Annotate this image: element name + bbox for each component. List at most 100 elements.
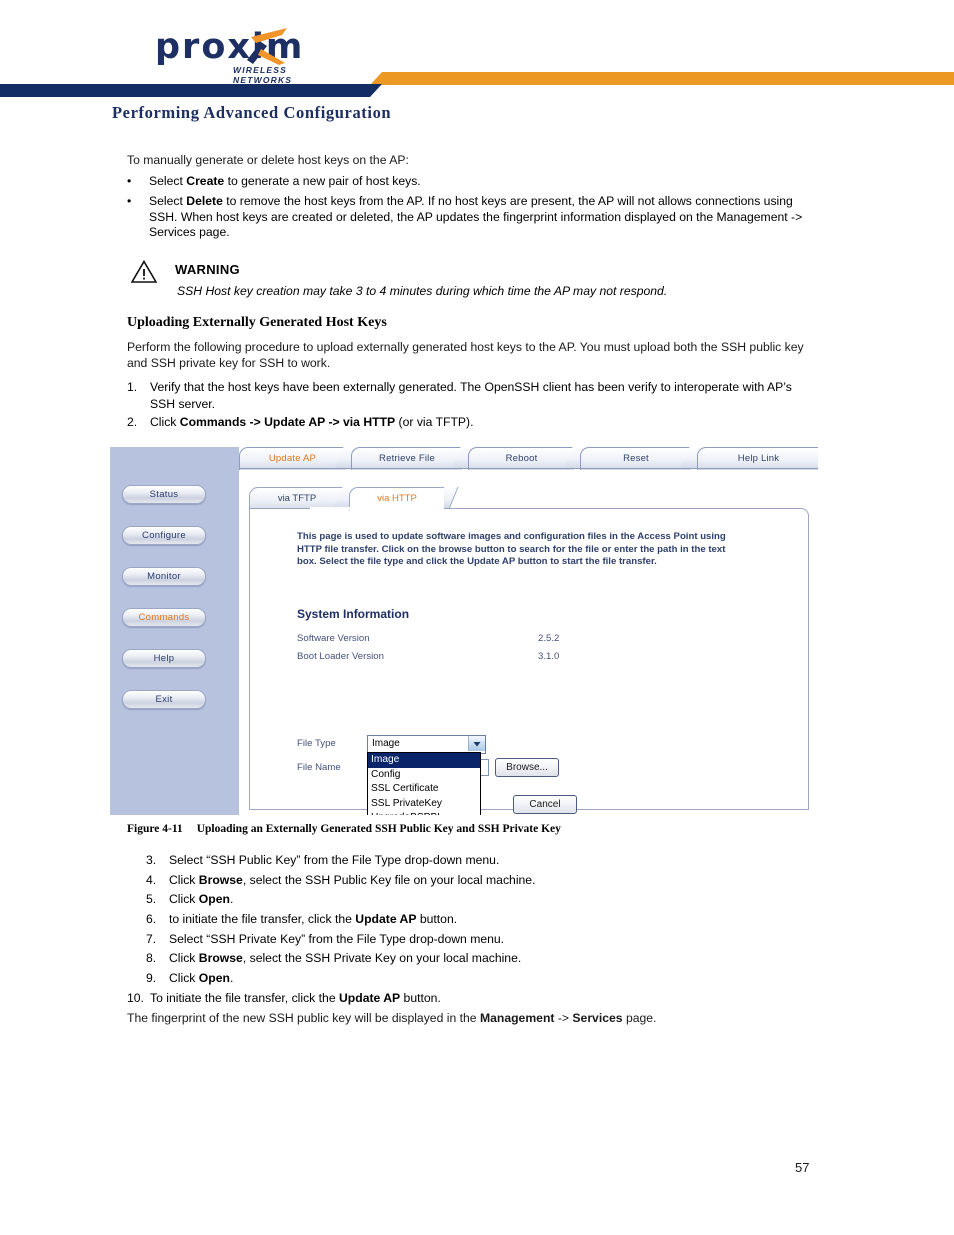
option-image[interactable]: Image bbox=[368, 753, 480, 768]
step-bold: Open bbox=[198, 971, 230, 985]
app-subtab-panel: via TFTP via HTTP This page is used to u… bbox=[249, 487, 809, 815]
bullet-suffix: to generate a new pair of host keys. bbox=[224, 174, 421, 188]
bullet-bold: Create bbox=[186, 174, 225, 188]
step-number: 4. bbox=[146, 873, 157, 887]
step-text: Select “SSH Public Key” from the File Ty… bbox=[169, 853, 500, 867]
browse-button[interactable]: Browse... bbox=[495, 758, 559, 777]
numbered-step: 7. Select “SSH Private Key” from the Fil… bbox=[146, 931, 826, 948]
numbered-step: 2. Click Commands -> Update AP -> via HT… bbox=[127, 414, 819, 431]
step-suffix: button. bbox=[400, 991, 441, 1005]
step-text: Click Commands -> Update AP -> via HTTP … bbox=[150, 414, 819, 431]
step-bold: Open bbox=[198, 892, 230, 906]
step-prefix: to initiate the file transfer, click the bbox=[169, 912, 356, 926]
tab-update-ap[interactable]: Update AP bbox=[239, 447, 345, 470]
boot-loader-version-label: Boot Loader Version bbox=[297, 651, 384, 662]
figure-caption: Figure 4-11 Uploading an Externally Gener… bbox=[127, 823, 561, 835]
step-bold: Browse bbox=[198, 873, 243, 887]
step-text: Verify that the host keys have been exte… bbox=[150, 380, 792, 411]
step-number: 6. bbox=[146, 912, 157, 926]
step-text: Click Open. bbox=[169, 891, 826, 908]
software-version-label: Software Version bbox=[297, 633, 370, 644]
closing-prefix: The fingerprint of the new SSH public ke… bbox=[127, 1011, 480, 1025]
bullet-suffix: to remove the host keys from the AP. If … bbox=[149, 194, 803, 239]
step-text: to initiate the file transfer, click the… bbox=[169, 911, 826, 928]
warning-text: SSH Host key creation may take 3 to 4 mi… bbox=[177, 284, 668, 298]
app-sidebar: Status Configure Monitor Commands Help E… bbox=[110, 447, 239, 815]
step-bold: Browse bbox=[198, 951, 243, 965]
step-suffix: (or via TFTP). bbox=[395, 415, 474, 429]
step-text: Click Browse, select the SSH Public Key … bbox=[169, 872, 826, 889]
chevron-down-icon[interactable] bbox=[468, 736, 485, 751]
warning-title: WARNING bbox=[175, 262, 240, 277]
header-bar-orange bbox=[370, 72, 954, 85]
page-header: proxim WIRELESS NETWORKS Performing Adva… bbox=[0, 0, 954, 132]
step-text: Select “SSH Private Key” from the File T… bbox=[169, 932, 505, 946]
closing-paragraph: The fingerprint of the new SSH public ke… bbox=[127, 1011, 827, 1027]
step-number: 1. bbox=[127, 380, 138, 394]
chapter-title: Performing Advanced Configuration bbox=[112, 103, 392, 122]
closing-suffix: page. bbox=[622, 1011, 657, 1025]
file-type-option-list[interactable]: Image Config SSL Certificate SSL Private… bbox=[367, 752, 481, 815]
tab-reboot[interactable]: Reboot bbox=[468, 447, 574, 470]
step-suffix: , select the SSH Private Key on your loc… bbox=[242, 951, 522, 965]
logo-tagline: WIRELESS NETWORKS bbox=[233, 65, 293, 85]
numbered-step: 9. Click Open. bbox=[146, 970, 826, 987]
closing-separator: -> bbox=[554, 1011, 573, 1025]
cancel-button[interactable]: Cancel bbox=[513, 795, 577, 814]
sidebar-item-exit[interactable]: Exit bbox=[122, 690, 206, 709]
tab-retrieve-file[interactable]: Retrieve File bbox=[351, 447, 462, 470]
bullet-marker: • bbox=[127, 174, 132, 188]
option-config[interactable]: Config bbox=[368, 768, 480, 783]
boot-loader-version-value: 3.1.0 bbox=[538, 651, 560, 662]
file-type-label: File Type bbox=[297, 738, 336, 749]
numbered-step: 5. Click Open. bbox=[146, 891, 826, 908]
sidebar-item-monitor[interactable]: Monitor bbox=[122, 567, 206, 586]
bullet-text: Select Delete to remove the host keys fr… bbox=[149, 194, 819, 241]
step-number: 7. bbox=[146, 932, 157, 946]
bullet-prefix: Select bbox=[149, 174, 187, 188]
step-suffix: , select the SSH Public Key file on your… bbox=[242, 873, 536, 887]
step-number: 8. bbox=[146, 951, 157, 965]
step-number: 10. bbox=[127, 991, 144, 1005]
numbered-step: 4. Click Browse, select the SSH Public K… bbox=[146, 872, 826, 889]
closing-bold-management: Management bbox=[479, 1011, 555, 1025]
bullet-bold: Delete bbox=[186, 194, 223, 208]
proxim-logo: proxim WIRELESS NETWORKS bbox=[155, 28, 335, 85]
bullet-prefix: Select bbox=[149, 194, 187, 208]
step-prefix: Click bbox=[169, 892, 199, 906]
numbered-step: 8. Click Browse, select the SSH Private … bbox=[146, 950, 826, 967]
step-suffix: button. bbox=[416, 912, 458, 926]
section-intro: Perform the following procedure to uploa… bbox=[127, 340, 804, 370]
figure-caption-number: Figure 4-11 bbox=[127, 823, 183, 835]
warning-triangle-icon bbox=[131, 260, 157, 283]
system-information-title: System Information bbox=[297, 607, 410, 621]
numbered-step: 10. To initiate the file transfer, click… bbox=[127, 990, 827, 1007]
page-description: This page is used to update software ima… bbox=[297, 531, 726, 568]
software-version-value: 2.5.2 bbox=[538, 633, 560, 644]
step-prefix: Click bbox=[169, 873, 199, 887]
option-upgradebspbl[interactable]: UpgradeBSPBL bbox=[368, 811, 480, 815]
step-prefix: Click bbox=[150, 415, 180, 429]
tab-help-link[interactable]: Help Link bbox=[697, 447, 818, 470]
intro-lead: To manually generate or delete host keys… bbox=[127, 153, 409, 167]
option-ssl-certificate[interactable]: SSL Certificate bbox=[368, 782, 480, 797]
step-bold: Commands -> Update AP -> via HTTP bbox=[179, 415, 396, 429]
step-text: To initiate the file transfer, click the… bbox=[150, 990, 827, 1007]
step-number: 5. bbox=[146, 892, 157, 906]
page-number: 57 bbox=[795, 1160, 810, 1175]
option-ssl-privatekey[interactable]: SSL PrivateKey bbox=[368, 797, 480, 812]
bullet-text: Select Create to generate a new pair of … bbox=[149, 174, 817, 190]
step-prefix: Click bbox=[169, 971, 199, 985]
step-bold: Update AP bbox=[355, 912, 417, 926]
step-number: 9. bbox=[146, 971, 157, 985]
step-prefix: To initiate the file transfer, click the bbox=[150, 991, 339, 1005]
tab-reset[interactable]: Reset bbox=[580, 447, 691, 470]
sidebar-item-configure[interactable]: Configure bbox=[122, 526, 206, 545]
app-tab-row: Update AP Retrieve File Reboot Reset Hel… bbox=[239, 447, 818, 470]
sidebar-item-commands[interactable]: Commands bbox=[122, 608, 206, 627]
header-bar-navy bbox=[0, 84, 382, 97]
file-type-select-value: Image bbox=[372, 738, 400, 749]
sidebar-item-status[interactable]: Status bbox=[122, 485, 206, 504]
sidebar-item-help[interactable]: Help bbox=[122, 649, 206, 668]
numbered-step: 6. to initiate the file transfer, click … bbox=[146, 911, 826, 928]
